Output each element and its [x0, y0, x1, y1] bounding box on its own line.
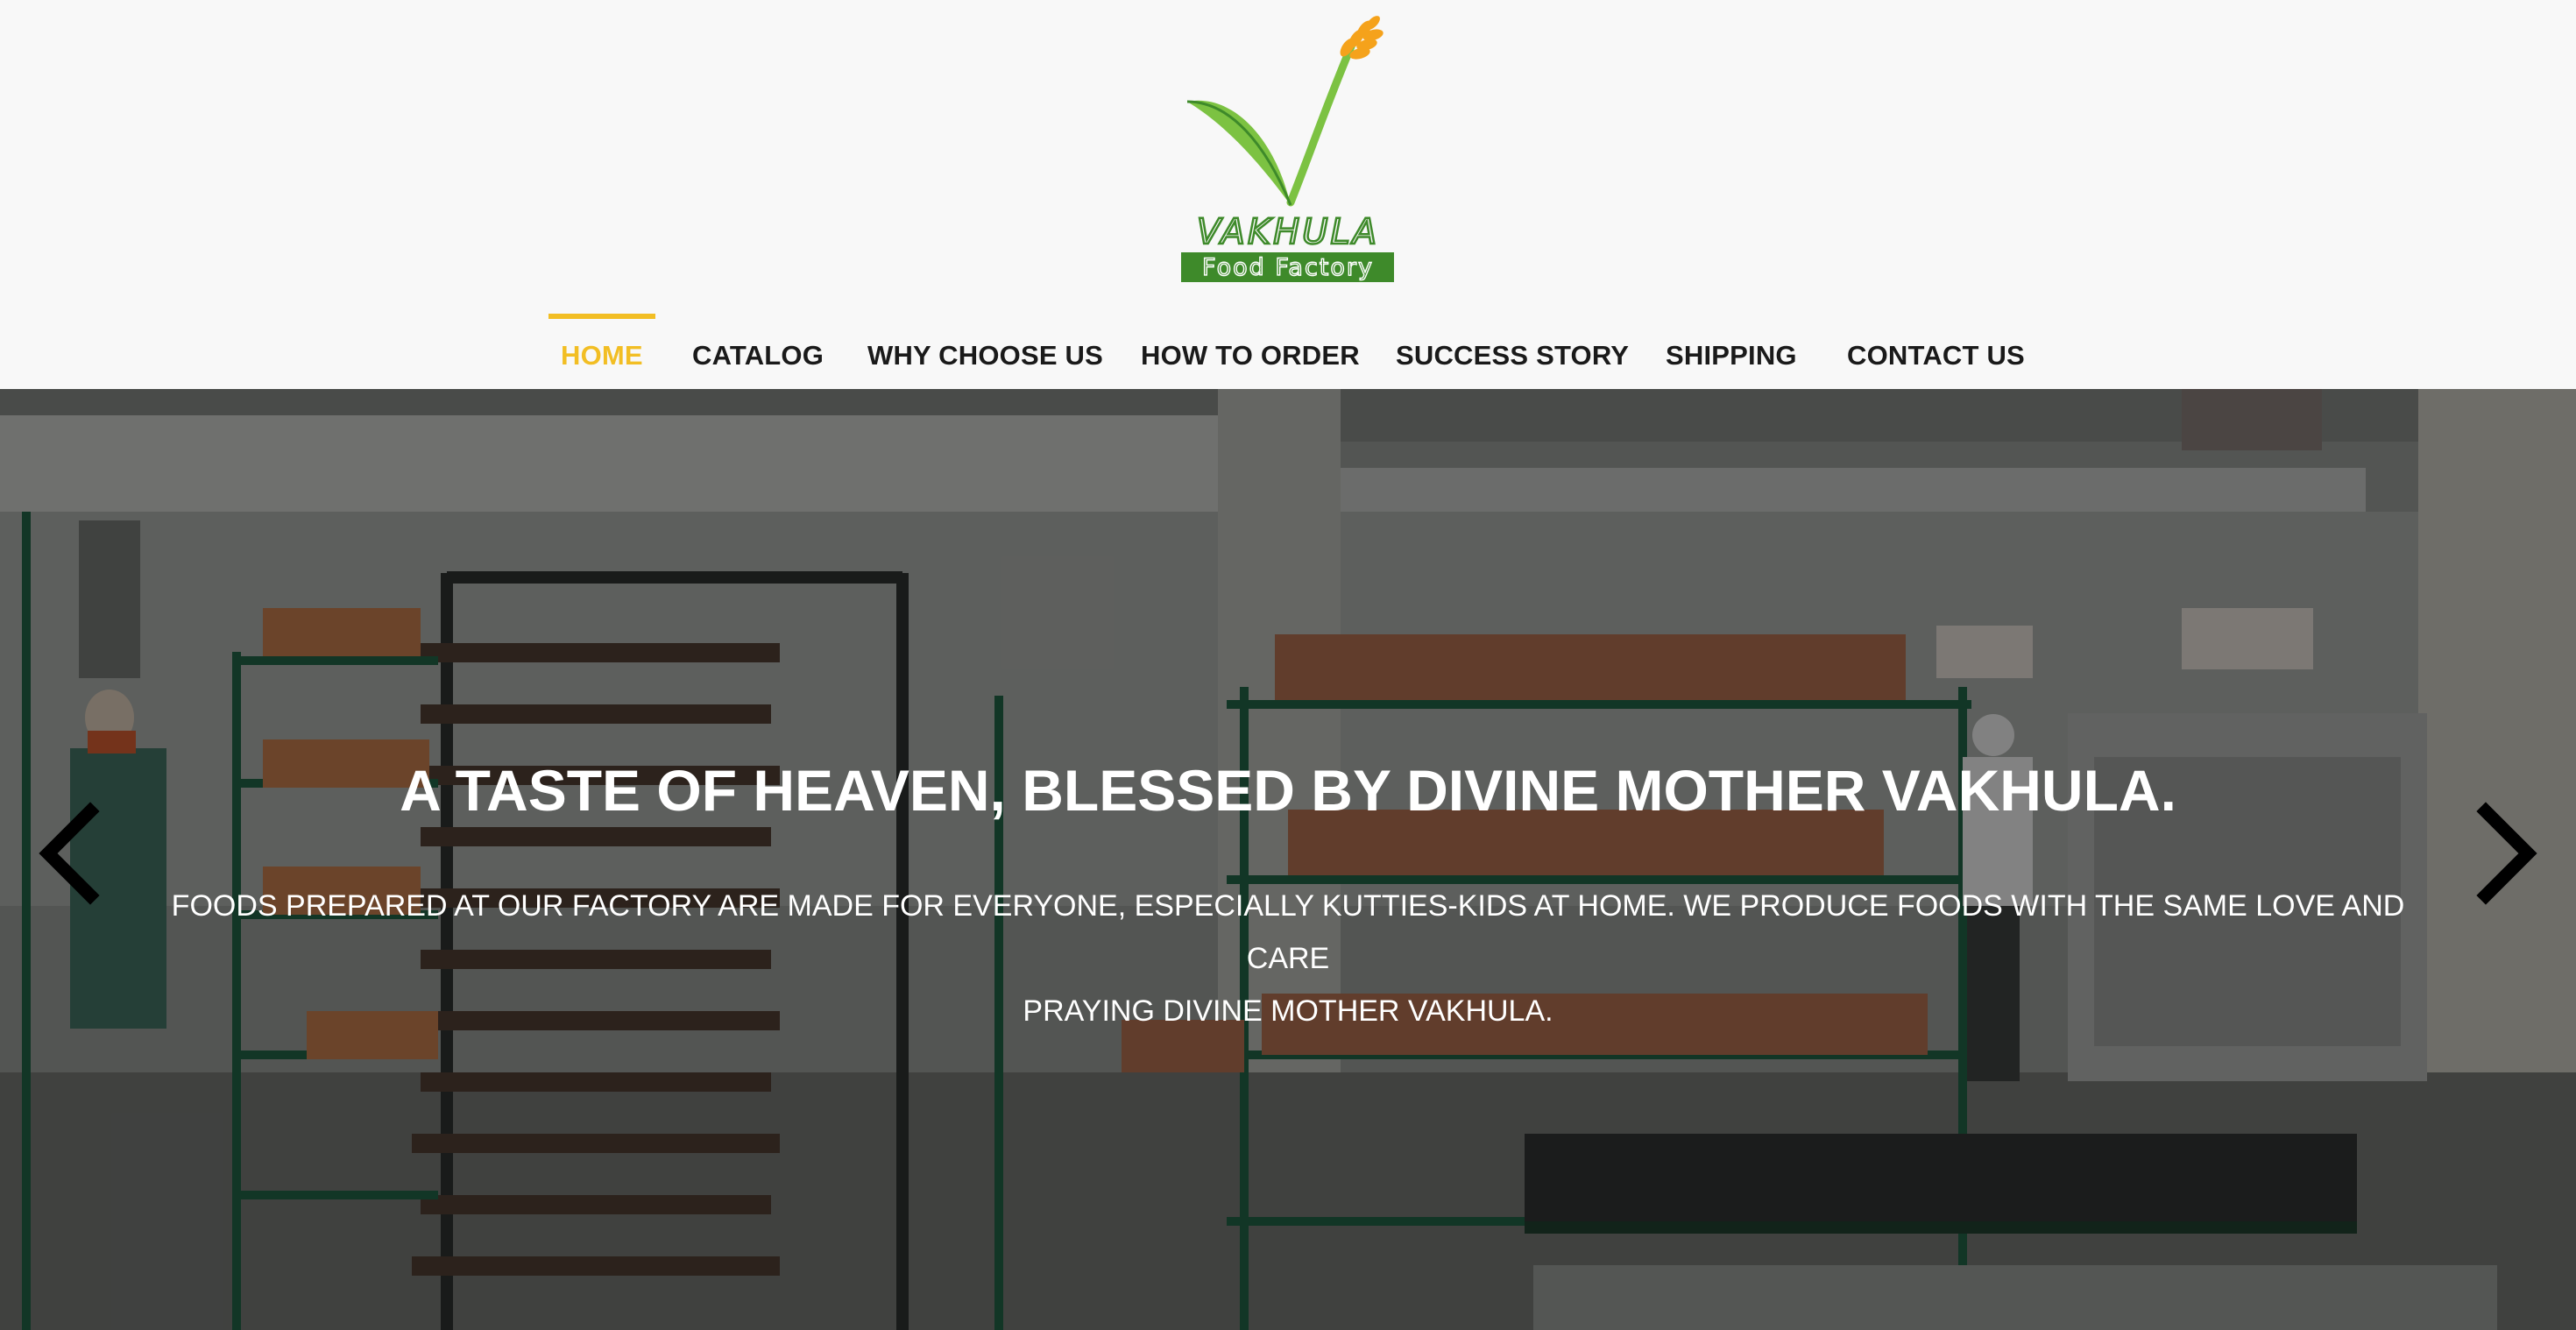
hero-subtitle: FOODS PREPARED AT OUR FACTORY ARE MADE F… — [140, 880, 2436, 1037]
nav-item-contact-us[interactable]: CONTACT US — [1847, 314, 2025, 389]
chevron-right-icon — [2476, 802, 2537, 905]
hero-slider: A TASTE OF HEAVEN, BLESSED BY DIVINE MOT… — [0, 389, 2576, 1330]
nav-item-how-to-order[interactable]: HOW TO ORDER — [1141, 314, 1360, 389]
nav-item-catalog[interactable]: CATALOG — [692, 314, 824, 389]
chevron-left-icon — [39, 802, 100, 905]
hero-subtitle-line-1: FOODS PREPARED AT OUR FACTORY ARE MADE F… — [171, 889, 2405, 975]
svg-text:VAKHULA: VAKHULA — [1197, 212, 1379, 252]
carousel-prev-button[interactable] — [31, 801, 110, 906]
hero-title: A TASTE OF HEAVEN, BLESSED BY DIVINE MOT… — [400, 758, 2176, 823]
nav-item-home[interactable]: HOME — [548, 314, 655, 389]
svg-text:Food Factory: Food Factory — [1202, 254, 1374, 281]
site-header: VAKHULA Food Factory HOME CATALOG WHY CH… — [0, 0, 2576, 389]
hero-subtitle-line-2: PRAYING DIVINE MOTHER VAKHULA. — [1023, 994, 1553, 1028]
main-nav: HOME CATALOG WHY CHOOSE US HOW TO ORDER … — [0, 314, 2576, 389]
logo-mark: VAKHULA Food Factory — [1181, 16, 1394, 282]
brand-logo[interactable]: VAKHULA Food Factory — [1178, 14, 1398, 287]
nav-item-success-story[interactable]: SUCCESS STORY — [1396, 314, 1629, 389]
carousel-next-button[interactable] — [2466, 801, 2545, 906]
nav-item-shipping[interactable]: SHIPPING — [1666, 314, 1797, 389]
nav-item-why-choose-us[interactable]: WHY CHOOSE US — [867, 314, 1103, 389]
hero-overlay — [0, 389, 2576, 1330]
